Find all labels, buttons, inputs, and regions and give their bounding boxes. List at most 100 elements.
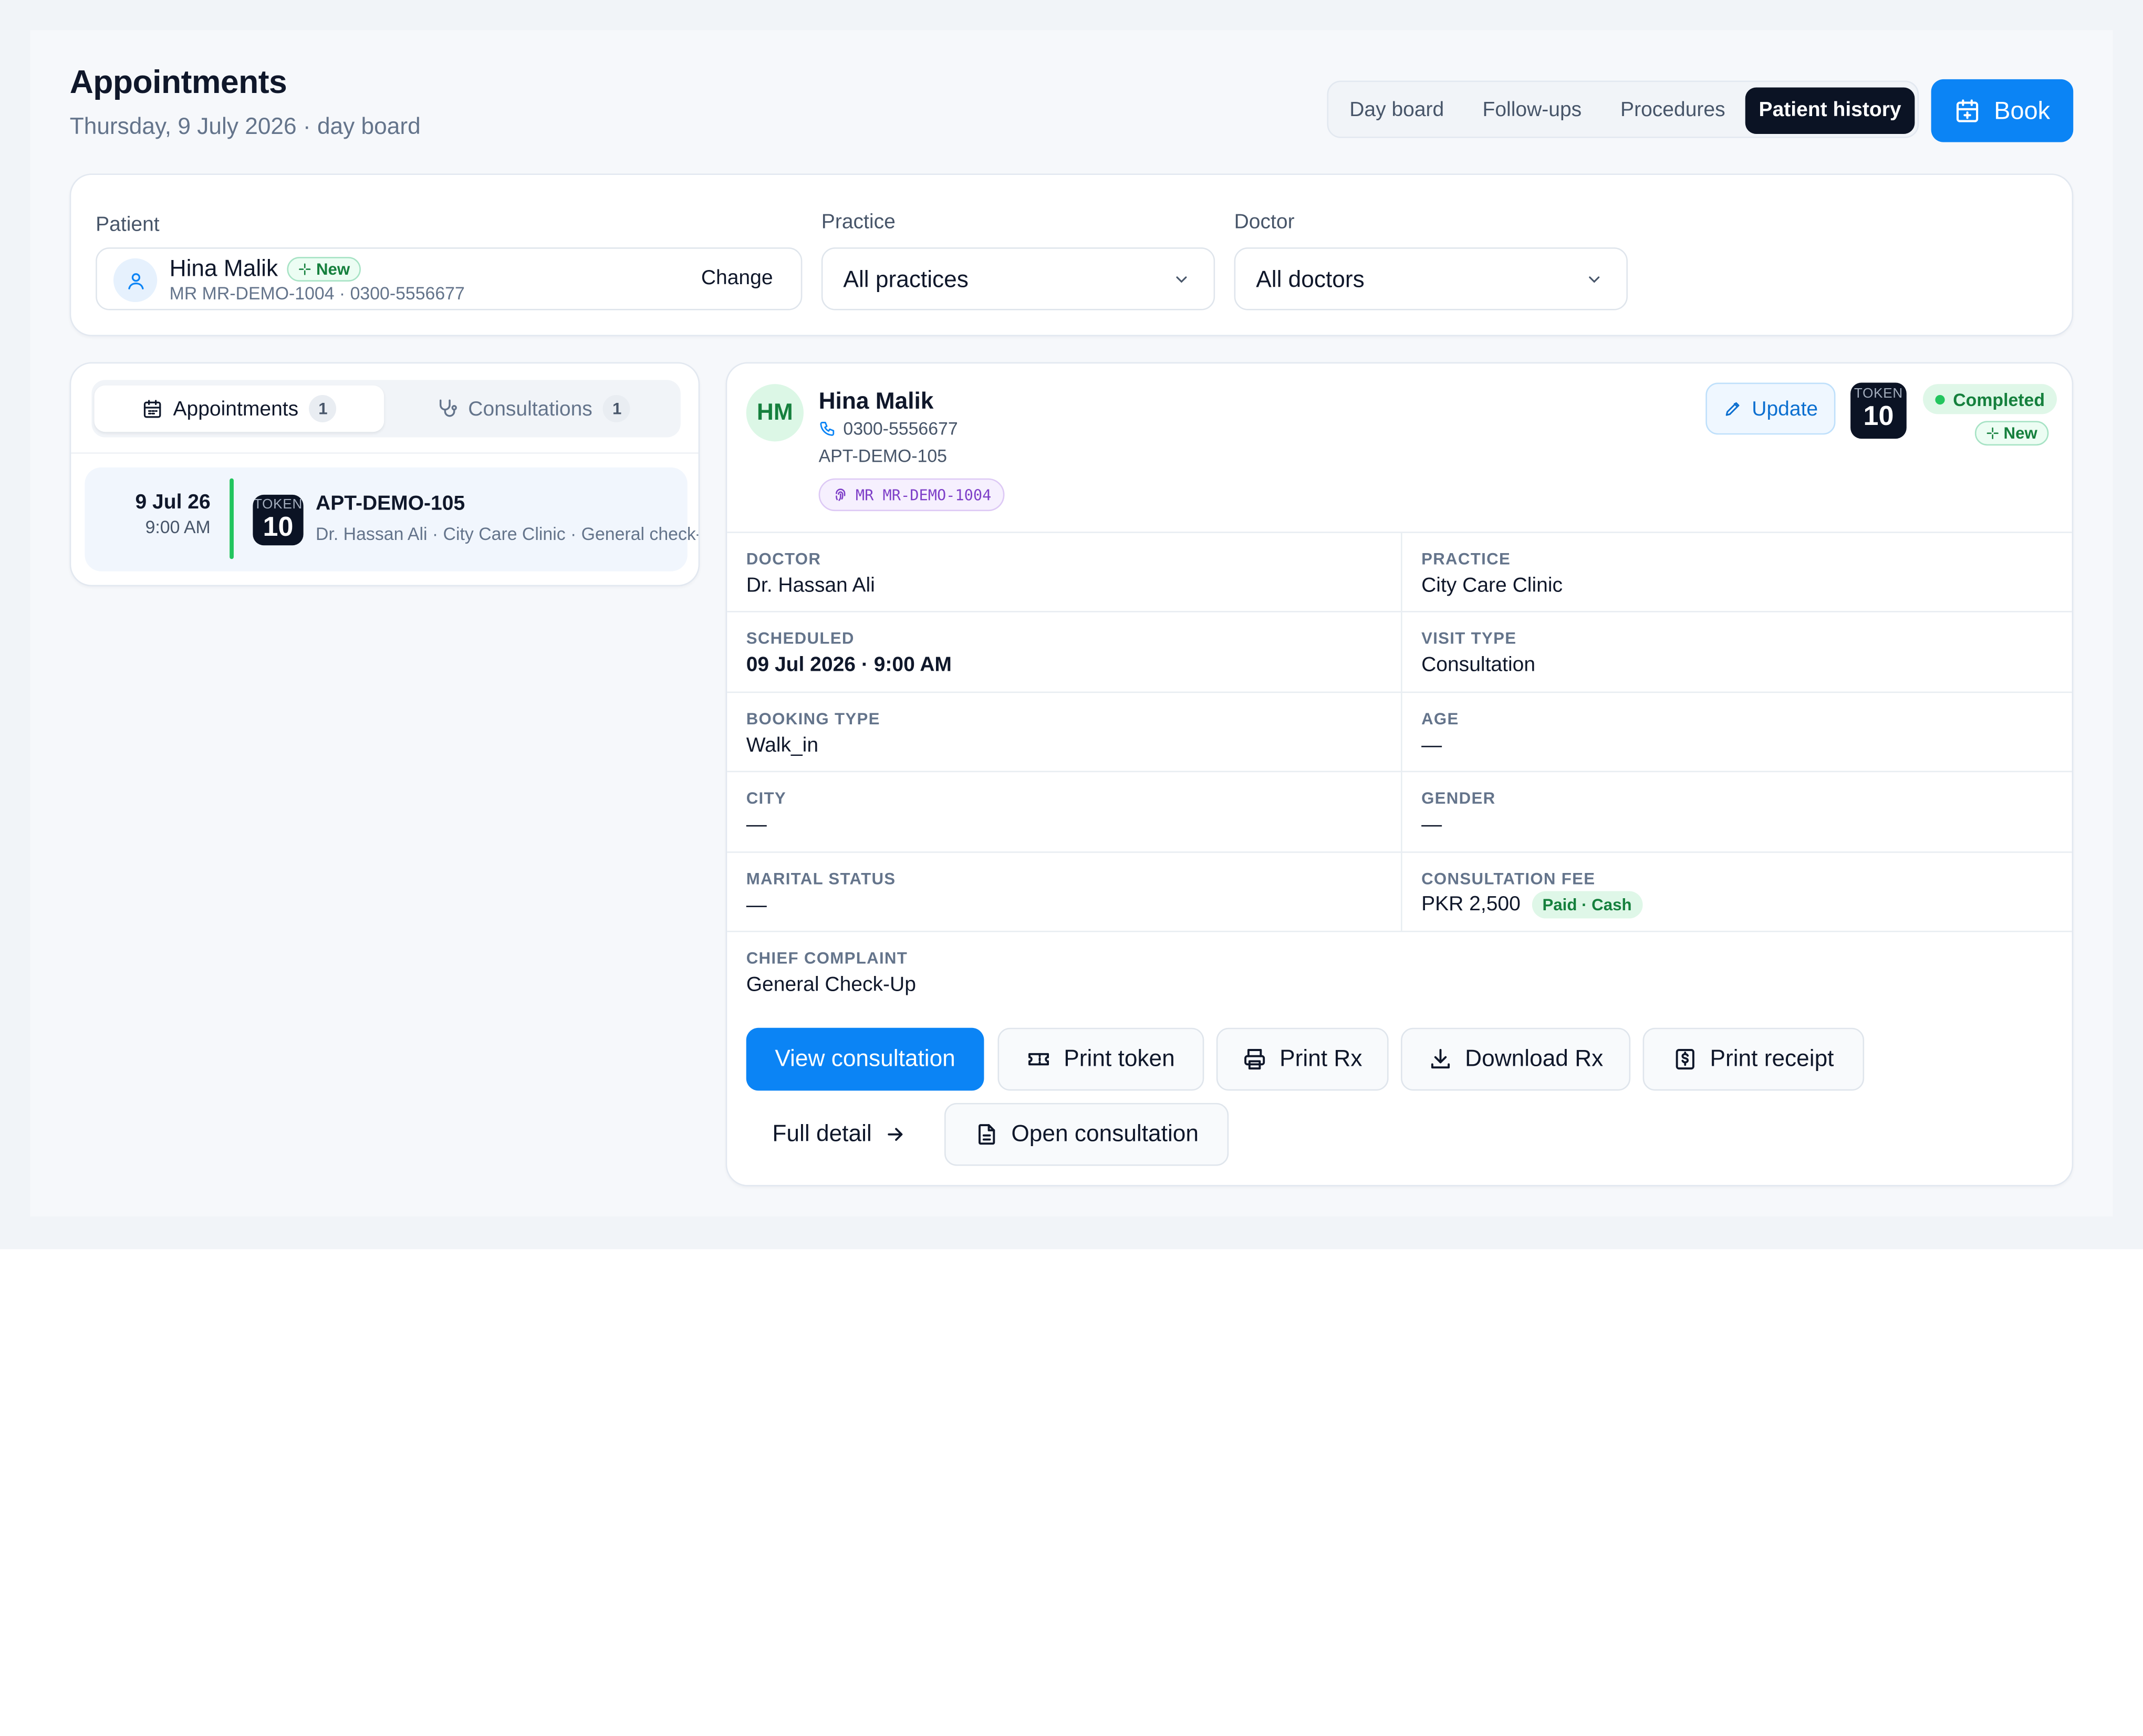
tab-appointments-label: Appointments: [173, 397, 299, 421]
download-rx-button[interactable]: Download Rx: [1401, 1027, 1631, 1091]
practice-field: PRACTICE City Care Clinic: [1401, 533, 2072, 611]
status-label: Completed: [1953, 389, 2045, 410]
chief-complaint-field-value: General Check-Up: [746, 973, 916, 996]
update-button-label: Update: [1752, 397, 1818, 421]
view-switcher: Day board Follow-ups Procedures Patient …: [1327, 80, 1919, 138]
city-field-label: CITY: [746, 788, 787, 808]
change-patient-button[interactable]: Change: [701, 266, 773, 289]
booking-type-field-label: BOOKING TYPE: [746, 709, 880, 729]
sparkle-icon: [298, 263, 312, 276]
full-detail-link[interactable]: Full detail: [746, 1103, 932, 1166]
consultations-count: 1: [603, 394, 631, 423]
history-tabs: Appointments 1 Consultations 1: [91, 380, 681, 438]
chief-complaint-field-label: CHIEF COMPLAINT: [746, 948, 908, 968]
detail-token-number: 10: [1863, 401, 1894, 432]
patient-meta: MR MR-DEMO-1004 · 0300-5556677: [169, 283, 465, 304]
appointment-detail: Dr. Hassan Ali · City Care Clinic · Gene…: [316, 523, 699, 544]
tab-consultations[interactable]: Consultations 1: [390, 386, 677, 432]
practice-field-value: City Care Clinic: [1421, 574, 1563, 598]
visit-type-field-value: Consultation: [1421, 653, 1536, 677]
doctor-select[interactable]: All doctors: [1234, 247, 1628, 310]
avatar: HM: [746, 384, 804, 442]
detail-new-badge-label: New: [2003, 423, 2037, 443]
consultation-fee-field-label: CONSULTATION FEE: [1421, 869, 1596, 889]
doctor-field-value: Dr. Hassan Ali: [746, 574, 875, 598]
book-button-label: Book: [1994, 96, 2051, 124]
ticket-icon: [1027, 1047, 1052, 1072]
download-rx-label: Download Rx: [1465, 1045, 1604, 1072]
patient-selector[interactable]: Hina Malik New MR MR-DEMO-1004 · 0300-55…: [96, 247, 803, 310]
age-field-label: AGE: [1421, 709, 1459, 729]
appointment-time: 9:00 AM: [145, 516, 211, 537]
open-consultation-label: Open consultation: [1011, 1120, 1199, 1147]
visit-type-field: VISIT TYPE Consultation: [1401, 612, 2072, 692]
print-receipt-label: Print receipt: [1710, 1045, 1834, 1072]
app-stage: Appointments Thursday, 9 July 2026 · day…: [0, 0, 2143, 1736]
user-icon: [113, 258, 158, 303]
appointments-count: 1: [309, 394, 337, 423]
view-consultation-label: View consultation: [775, 1045, 955, 1072]
page-subtitle: Thursday, 9 July 2026 · day board: [69, 113, 421, 140]
print-rx-button[interactable]: Print Rx: [1216, 1027, 1389, 1091]
tab-day-board[interactable]: Day board: [1334, 88, 1460, 134]
tab-consultations-label: Consultations: [468, 397, 592, 421]
marital-status-field-value: —: [746, 893, 767, 917]
patient-name: Hina Malik: [169, 255, 278, 282]
receipt-icon: [1673, 1047, 1698, 1072]
practice-select[interactable]: All practices: [821, 247, 1215, 310]
scheduled-field-label: SCHEDULED: [746, 628, 855, 648]
phone-row: 0300-5556677: [819, 418, 958, 439]
patient-label: Patient: [96, 213, 160, 237]
update-button[interactable]: Update: [1705, 382, 1836, 435]
detail-row-1: DOCTOR Dr. Hassan Ali PRACTICE City Care…: [727, 532, 2072, 611]
pencil-icon: [1723, 399, 1742, 418]
print-receipt-button[interactable]: Print receipt: [1642, 1027, 1865, 1091]
appointment-date: 9 Jul 26: [135, 491, 211, 514]
printer-icon: [1243, 1047, 1267, 1072]
history-card: Appointments 1 Consultations 1 9 Jul 26 …: [69, 362, 700, 587]
detail-token-badge: TOKEN 10: [1850, 382, 1907, 439]
detail-row-2: SCHEDULED 09 Jul 2026 · 9:00 AM VISIT TY…: [727, 611, 2072, 692]
open-consultation-button[interactable]: Open consultation: [944, 1103, 1229, 1166]
detail-row-3: BOOKING TYPE Walk_in AGE —: [727, 691, 2072, 771]
stethoscope-icon: [435, 398, 457, 420]
tab-follow-ups[interactable]: Follow-ups: [1465, 88, 1599, 134]
age-field-value: —: [1421, 734, 1442, 757]
tab-procedures[interactable]: Procedures: [1605, 88, 1741, 134]
print-token-button[interactable]: Print token: [997, 1027, 1204, 1091]
consultation-fee-row: PKR 2,500 Paid · Cash: [1421, 891, 1643, 919]
list-item[interactable]: 9 Jul 26 9:00 AM TOKEN 10 APT-DEMO-105 D…: [85, 467, 699, 571]
tab-patient-history[interactable]: Patient history: [1745, 87, 1915, 134]
arrow-right-icon: [884, 1124, 906, 1146]
new-badge: New: [287, 257, 361, 282]
marital-status-field-label: MARITAL STATUS: [746, 869, 896, 889]
practice-label: Practice: [821, 210, 896, 234]
age-field: AGE —: [1401, 693, 2072, 771]
booking-type-field: BOOKING TYPE Walk_in: [727, 693, 1401, 771]
doctor-field: DOCTOR Dr. Hassan Ali: [727, 533, 1401, 611]
page-title: Appointments: [69, 64, 287, 101]
doctor-label: Doctor: [1234, 210, 1295, 234]
print-token-label: Print token: [1064, 1045, 1175, 1072]
doctor-value: All doctors: [1256, 266, 1365, 293]
fingerprint-icon: [833, 486, 849, 503]
scheduled-field-value: 09 Jul 2026 · 9:00 AM: [746, 653, 952, 677]
gender-field-label: GENDER: [1421, 788, 1496, 808]
print-rx-label: Print Rx: [1279, 1045, 1362, 1072]
token-badge: TOKEN 10: [253, 494, 304, 546]
city-field-value: —: [746, 813, 767, 837]
book-button[interactable]: Book: [1931, 79, 2074, 142]
tab-appointments[interactable]: Appointments 1: [94, 385, 384, 432]
appointment-id: APT-DEMO-105: [316, 492, 465, 515]
consultation-fee-value: PKR 2,500: [1421, 892, 1521, 916]
document-icon: [974, 1122, 999, 1147]
payment-badge: Paid · Cash: [1531, 891, 1643, 919]
visit-type-field-label: VISIT TYPE: [1421, 628, 1517, 648]
chevron-down-icon: [1585, 271, 1603, 288]
chevron-down-icon: [1173, 271, 1191, 288]
full-detail-label: Full detail: [772, 1120, 872, 1147]
detail-phone: 0300-5556677: [843, 418, 958, 439]
view-consultation-button[interactable]: View consultation: [746, 1027, 984, 1091]
gender-field: GENDER —: [1401, 772, 2072, 852]
scheduled-field: SCHEDULED 09 Jul 2026 · 9:00 AM: [727, 612, 1401, 692]
